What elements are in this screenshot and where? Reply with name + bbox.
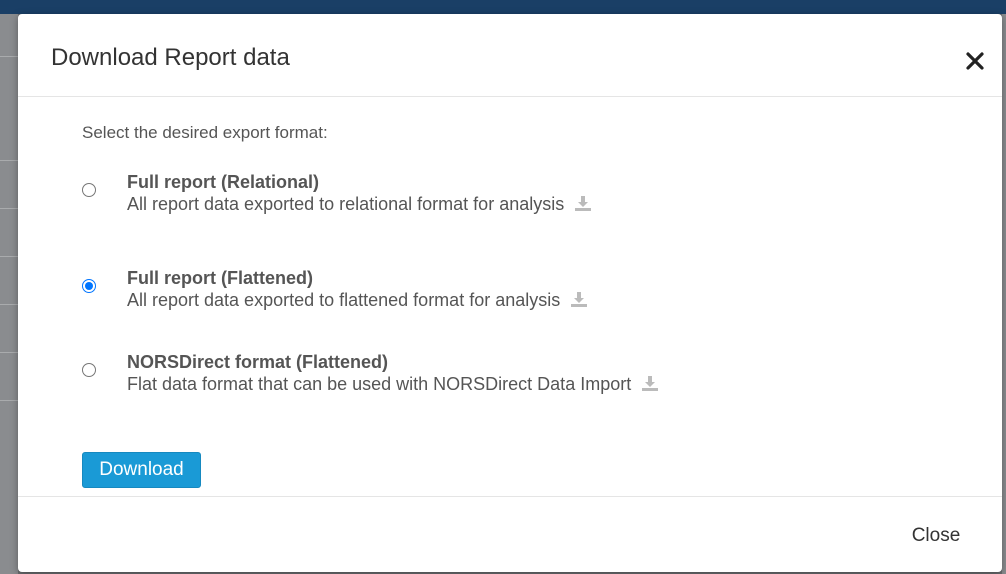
option-description: All report data exported to flattened fo… — [127, 289, 588, 311]
radio-relational[interactable] — [82, 183, 96, 197]
option-description: All report data exported to relational f… — [127, 193, 592, 215]
download-button[interactable]: Download — [82, 452, 201, 488]
option-description-text: All report data exported to relational f… — [127, 194, 565, 214]
export-format-prompt: Select the desired export format: — [82, 123, 328, 142]
option-relational[interactable]: Full report (Relational) All report data… — [80, 171, 940, 227]
background-page — [0, 14, 18, 574]
background-header-bar — [0, 0, 1006, 14]
radio-norsdirect[interactable] — [82, 363, 96, 377]
background-divider — [0, 352, 18, 353]
close-footer-button[interactable]: Close — [891, 519, 981, 553]
download-icon[interactable] — [570, 291, 588, 308]
close-button[interactable] — [960, 46, 990, 76]
option-title: Full report (Relational) — [127, 172, 320, 192]
close-icon — [966, 52, 984, 70]
modal-footer: Close — [18, 496, 1002, 572]
modal-title: Download Report data — [51, 44, 290, 71]
download-icon[interactable] — [641, 375, 659, 392]
radio-flattened[interactable] — [82, 279, 96, 293]
background-divider — [0, 400, 18, 401]
download-icon[interactable] — [574, 195, 592, 212]
background-divider — [0, 56, 18, 57]
option-norsdirect[interactable]: NORSDirect format (Flattened) Flat data … — [80, 351, 940, 407]
option-description: Flat data format that can be used with N… — [127, 373, 659, 395]
download-report-modal: Download Report data Select the desired … — [18, 14, 1002, 572]
background-divider — [0, 208, 18, 209]
modal-header: Download Report data — [18, 14, 1002, 97]
option-description-text: Flat data format that can be used with N… — [127, 374, 632, 394]
option-flattened[interactable]: Full report (Flattened) All report data … — [80, 267, 940, 323]
background-divider — [0, 160, 18, 161]
option-title: Full report (Flattened) — [127, 268, 313, 288]
option-description-text: All report data exported to flattened fo… — [127, 290, 561, 310]
background-divider — [0, 304, 18, 305]
background-page-right — [1002, 14, 1006, 574]
option-title: NORSDirect format (Flattened) — [127, 352, 389, 372]
background-divider — [0, 256, 18, 257]
modal-body: Select the desired export format: Full r… — [18, 97, 1002, 497]
